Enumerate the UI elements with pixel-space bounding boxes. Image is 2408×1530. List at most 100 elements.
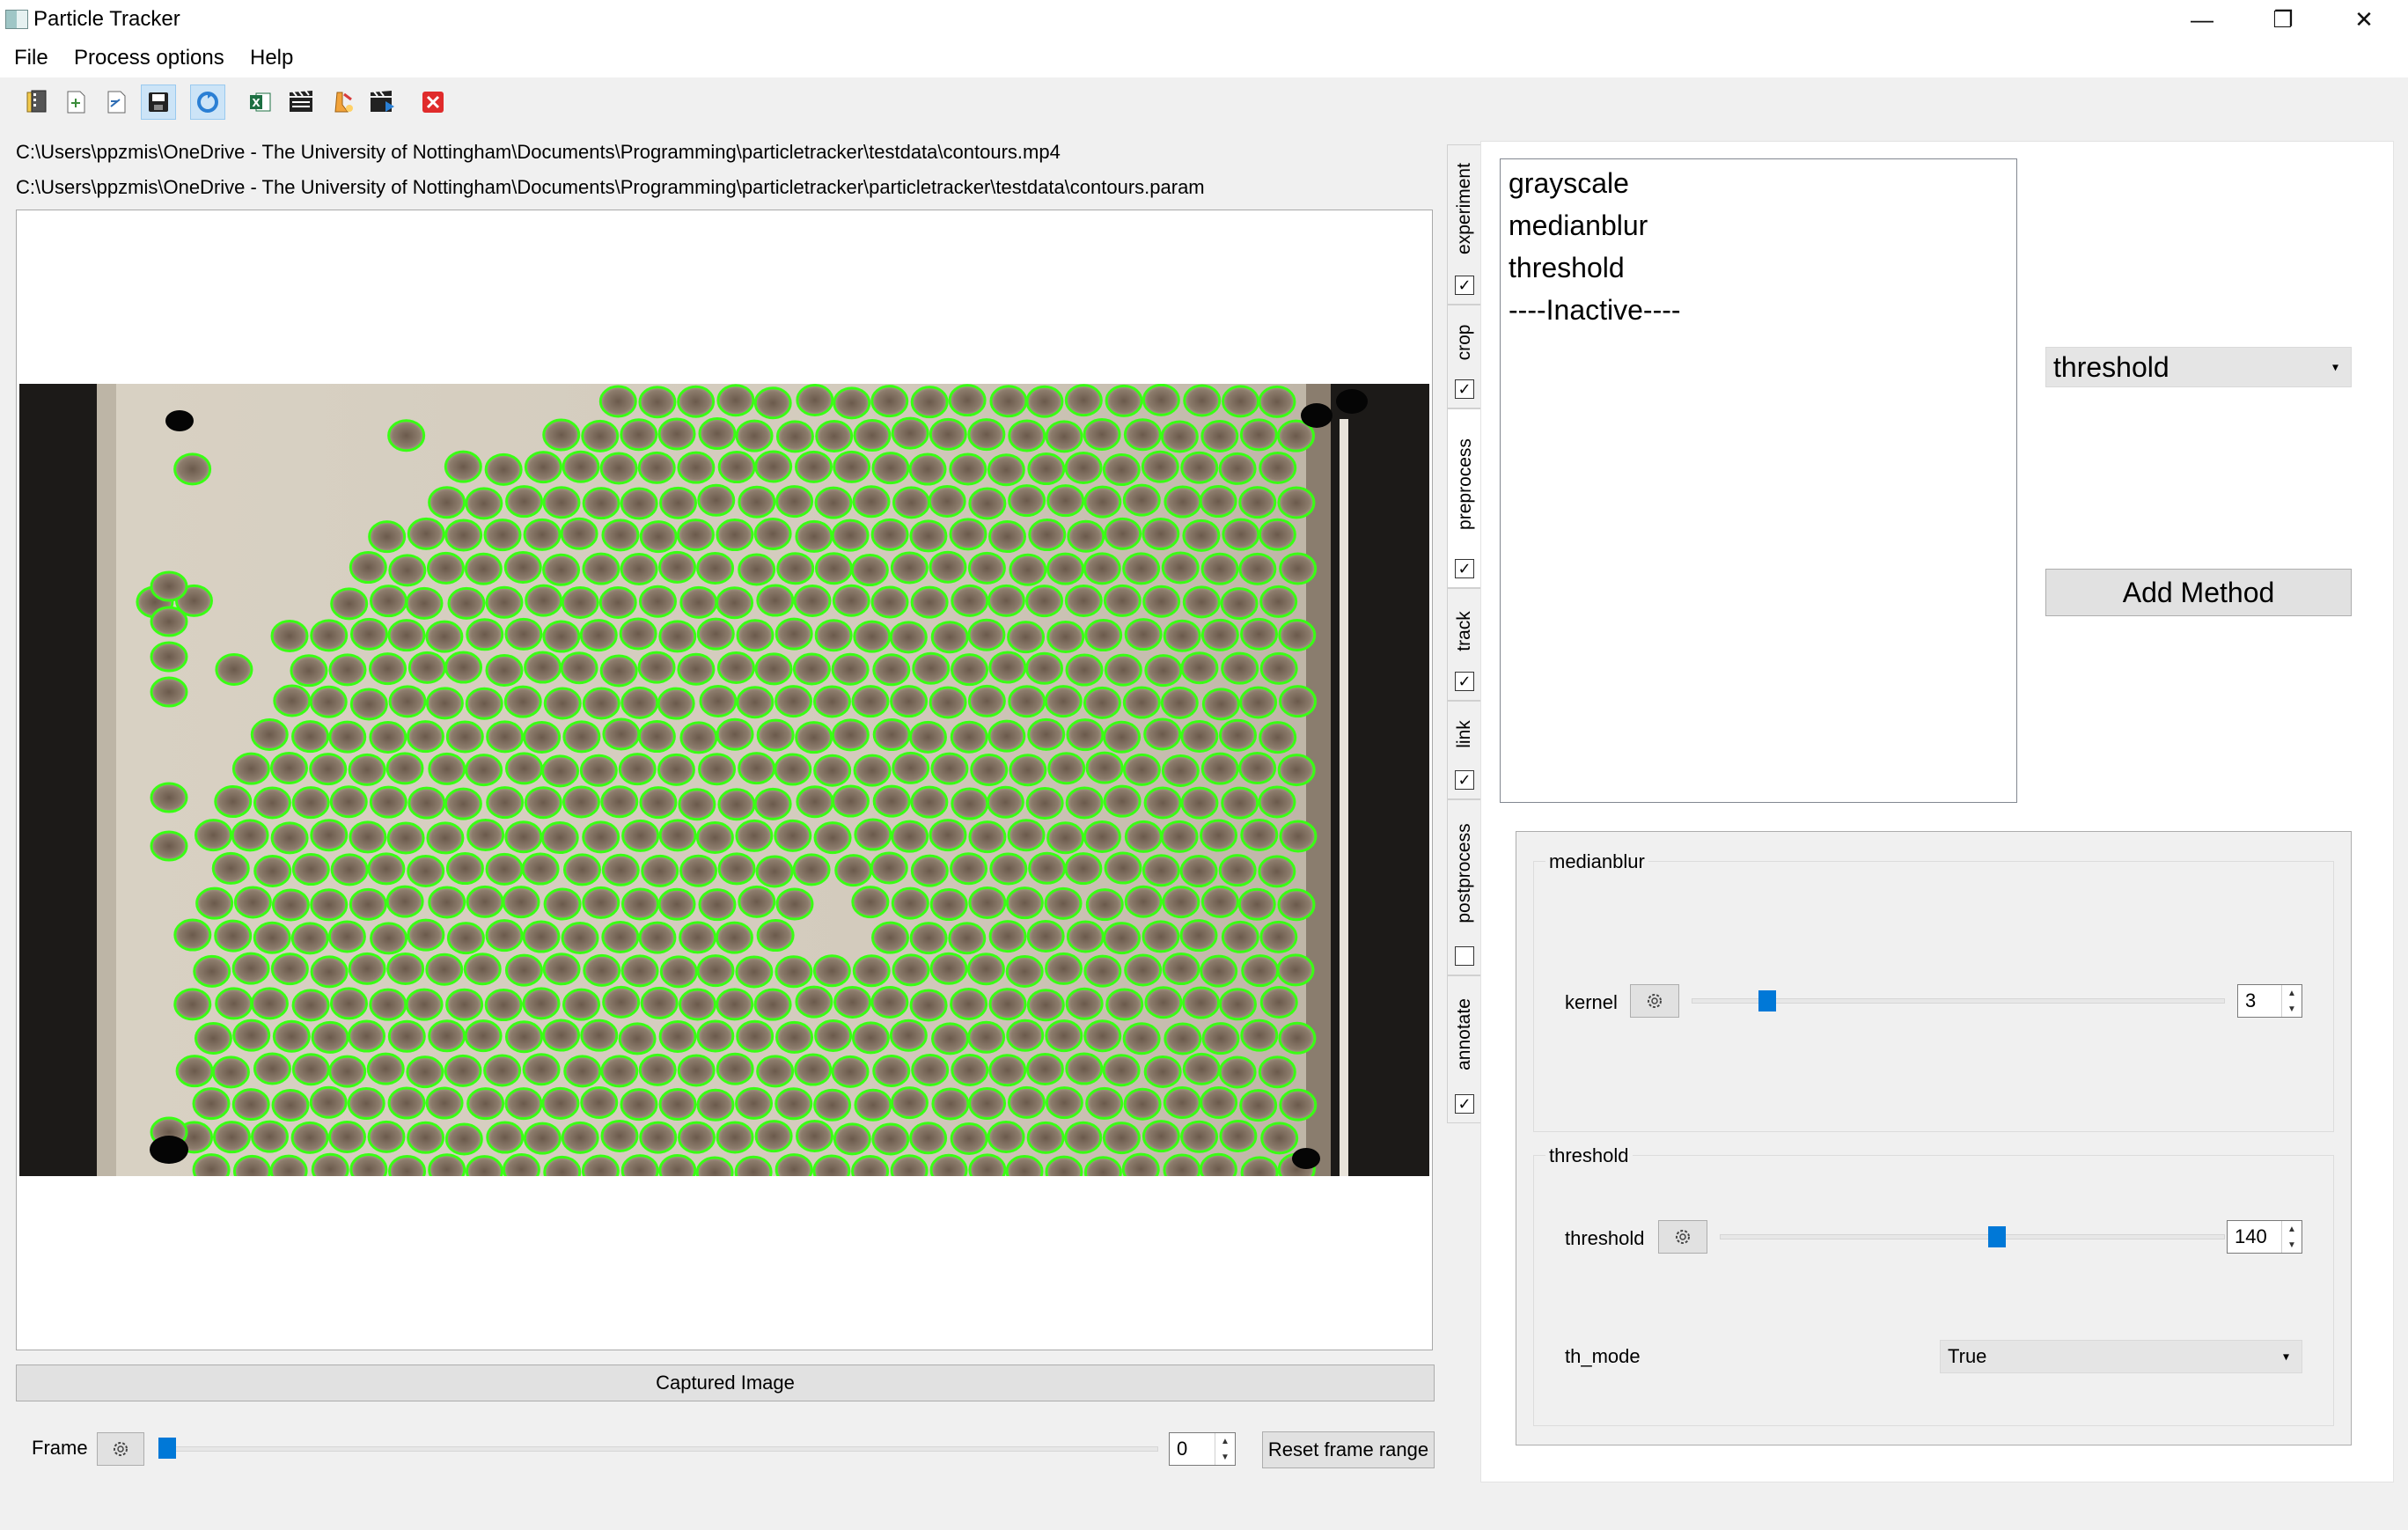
frame-slider-handle[interactable] [158, 1438, 176, 1459]
spin-arrows-icon[interactable]: ▲ ▼ [2281, 985, 2302, 1017]
particle-detection [775, 887, 814, 921]
particle-detection [929, 550, 967, 584]
save-settings-icon[interactable] [99, 85, 134, 120]
particle-detection [542, 620, 581, 653]
list-item-inactive-separator[interactable]: ----Inactive---- [1509, 294, 1681, 327]
particle-detection [522, 920, 561, 953]
particle-detection [407, 651, 446, 684]
minimize-button[interactable]: — [2162, 0, 2243, 39]
particle-detection [931, 1022, 970, 1056]
particle-detection [891, 416, 929, 450]
tab-annotate-checkbox[interactable]: ✓ [1455, 1094, 1474, 1114]
particle-detection [889, 1019, 928, 1052]
save-current-icon[interactable] [141, 85, 176, 120]
particle-detection [1009, 754, 1047, 787]
list-item-threshold[interactable]: threshold [1509, 252, 1625, 284]
particle-detection [1144, 654, 1183, 688]
spin-arrows-icon[interactable]: ▲ ▼ [2281, 1221, 2302, 1253]
tab-preprocess[interactable]: preprocess ✓ [1447, 408, 1482, 588]
particle-detection [329, 987, 368, 1020]
particle-detection [1045, 952, 1083, 985]
particle-detection [871, 1122, 910, 1156]
tab-track-checkbox[interactable]: ✓ [1455, 672, 1474, 691]
particle-detection [1180, 786, 1219, 820]
particle-detection [950, 987, 988, 1020]
tab-postprocess[interactable]: postprocess [1447, 799, 1482, 975]
restore-button[interactable]: ❐ [2243, 0, 2324, 39]
tab-crop[interactable]: crop ✓ [1447, 305, 1482, 408]
kernel-spinbox[interactable]: 3 ▲ ▼ [2237, 984, 2302, 1018]
tab-crop-checkbox[interactable]: ✓ [1455, 379, 1474, 399]
particle-detection [1103, 584, 1142, 617]
particle-detection [930, 752, 969, 785]
particle-detection [1201, 688, 1240, 721]
particle-detection [1179, 919, 1218, 953]
process-video-icon[interactable] [283, 85, 319, 120]
particle-detection [1258, 518, 1296, 551]
particle-detection [1025, 585, 1064, 618]
menu-help[interactable]: Help [250, 46, 293, 70]
tab-link[interactable]: link ✓ [1447, 701, 1482, 799]
close-icon[interactable] [415, 85, 451, 120]
open-settings-icon[interactable] [58, 85, 93, 120]
particle-detection [831, 718, 870, 752]
threshold-slider[interactable] [1720, 1234, 2225, 1239]
tab-preprocess-checkbox[interactable]: ✓ [1455, 559, 1474, 578]
threshold-slider-handle[interactable] [1987, 1226, 2006, 1247]
particle-detection [736, 1019, 775, 1053]
particle-detection [658, 620, 697, 653]
open-video-icon[interactable] [19, 85, 55, 120]
menu-process-options[interactable]: Process options [74, 46, 224, 70]
captured-image[interactable] [19, 384, 1429, 1176]
tab-track[interactable]: track ✓ [1447, 588, 1482, 701]
particle-detection [620, 954, 659, 988]
threshold-settings-button[interactable] [1658, 1220, 1707, 1254]
particle-detection [912, 651, 951, 685]
process-video-play-icon[interactable] [364, 85, 400, 120]
particle-detection [1045, 420, 1083, 453]
gear-icon [1676, 1230, 1690, 1244]
add-method-button[interactable]: Add Method [2045, 569, 2352, 616]
kernel-settings-button[interactable] [1630, 984, 1679, 1018]
particle-detection [657, 887, 696, 921]
particle-detection [1065, 987, 1104, 1020]
particle-detection [892, 953, 930, 987]
particle-detection [620, 1154, 659, 1176]
frame-settings-button[interactable] [97, 1432, 144, 1466]
method-select[interactable]: threshold ▾ [2045, 347, 2352, 387]
frame-slider[interactable] [158, 1446, 1158, 1452]
particle-detection [951, 1053, 989, 1086]
close-window-button[interactable]: ✕ [2324, 0, 2404, 39]
tab-experiment[interactable]: experiment ✓ [1447, 144, 1482, 305]
list-item-medianblur[interactable]: medianblur [1509, 210, 1648, 242]
particle-detection [484, 989, 523, 1022]
th-mode-select[interactable]: True ▾ [1940, 1340, 2302, 1373]
particle-detection [1221, 651, 1259, 685]
tab-annotate[interactable]: annotate ✓ [1447, 975, 1482, 1123]
process-part-icon[interactable] [326, 85, 361, 120]
tab-postprocess-checkbox[interactable] [1455, 946, 1474, 966]
particle-detection [311, 1020, 349, 1054]
particle-detection [1179, 855, 1218, 888]
particle-detection [349, 617, 388, 651]
method-select-value: threshold [2053, 350, 2169, 383]
live-update-icon[interactable] [190, 85, 225, 120]
export-excel-icon[interactable]: X [243, 85, 278, 120]
particle-detection [775, 1087, 813, 1121]
frame-spinbox[interactable]: 0 ▲ ▼ [1169, 1432, 1236, 1466]
threshold-spinbox[interactable]: 140 ▲ ▼ [2227, 1220, 2302, 1254]
kernel-slider-handle[interactable] [1758, 990, 1777, 1011]
particle-detection [562, 720, 601, 754]
tab-link-checkbox[interactable]: ✓ [1455, 770, 1474, 790]
menu-file[interactable]: File [14, 46, 48, 70]
tab-experiment-checkbox[interactable]: ✓ [1455, 276, 1474, 295]
particle-detection [638, 1053, 677, 1086]
particle-detection [1258, 855, 1296, 888]
spin-arrows-icon[interactable]: ▲ ▼ [1215, 1433, 1235, 1465]
particle-detection [1238, 486, 1277, 519]
particle-detection [967, 1020, 1006, 1054]
particle-detection [388, 685, 427, 718]
list-item-grayscale[interactable]: grayscale [1509, 167, 1629, 200]
reset-frame-range-button[interactable]: Reset frame range [1262, 1431, 1435, 1468]
particle-detection [678, 788, 716, 821]
